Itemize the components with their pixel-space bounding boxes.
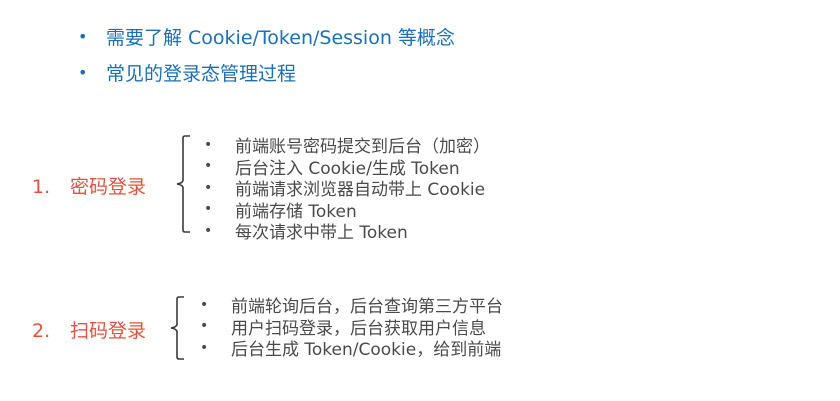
list-item: • 前端请求浏览器自动带上 Cookie bbox=[204, 177, 490, 201]
left-brace-icon bbox=[170, 296, 184, 360]
list-item: • 后台注入 Cookie/生成 Token bbox=[204, 156, 490, 179]
list-item-text: 每次请求中带上 Token bbox=[235, 223, 408, 244]
bullet-icon: • bbox=[200, 296, 209, 313]
list-item: • 后台生成 Token/Cookie，给到前端 bbox=[200, 337, 503, 361]
section-title-text: 密码登录 bbox=[70, 176, 147, 198]
list-item: • 前端存储 Token bbox=[204, 199, 490, 222]
password-login-steps: • 前端账号密码提交到后台（加密） • 后台注入 Cookie/生成 Token… bbox=[204, 134, 490, 244]
bullet-icon: • bbox=[78, 62, 88, 82]
bullet-icon: • bbox=[200, 318, 209, 335]
list-item: • 前端轮询后台，后台查询第三方平台 bbox=[200, 294, 503, 318]
section-number: 2. bbox=[32, 320, 51, 342]
bullet-icon: • bbox=[204, 136, 213, 153]
qrcode-login-steps: • 前端轮询后台，后台查询第三方平台 • 用户扫码登录，后台获取用户信息 • 后… bbox=[200, 294, 503, 361]
list-item: • 前端账号密码提交到后台（加密） bbox=[204, 134, 490, 158]
section-number: 1. bbox=[32, 176, 51, 198]
bullet-icon: • bbox=[204, 179, 213, 196]
intro-bullet-item: • 常见的登录态管理过程 bbox=[78, 54, 455, 90]
section-title-text: 扫码登录 bbox=[70, 320, 147, 342]
intro-bullet-item: • 需要了解 Cookie/Token/Session 等概念 bbox=[78, 18, 455, 54]
list-item: • 用户扫码登录，后台获取用户信息 bbox=[200, 316, 503, 339]
intro-bullet-list: • 需要了解 Cookie/Token/Session 等概念 • 常见的登录态… bbox=[78, 18, 455, 90]
bullet-icon: • bbox=[78, 26, 88, 46]
list-item: • 每次请求中带上 Token bbox=[204, 220, 490, 244]
bullet-icon: • bbox=[204, 222, 213, 239]
bullet-icon: • bbox=[204, 201, 213, 218]
intro-bullet-text: 需要了解 Cookie/Token/Session 等概念 bbox=[106, 26, 455, 49]
list-item-text: 后台生成 Token/Cookie，给到前端 bbox=[231, 340, 502, 361]
section-title: 2. 扫码登录 bbox=[32, 316, 146, 343]
left-brace-icon bbox=[176, 135, 190, 233]
bullet-icon: • bbox=[204, 158, 213, 175]
intro-bullet-text: 常见的登录态管理过程 bbox=[106, 62, 297, 85]
bullet-icon: • bbox=[200, 339, 209, 356]
section-title: 1. 密码登录 bbox=[32, 172, 146, 199]
